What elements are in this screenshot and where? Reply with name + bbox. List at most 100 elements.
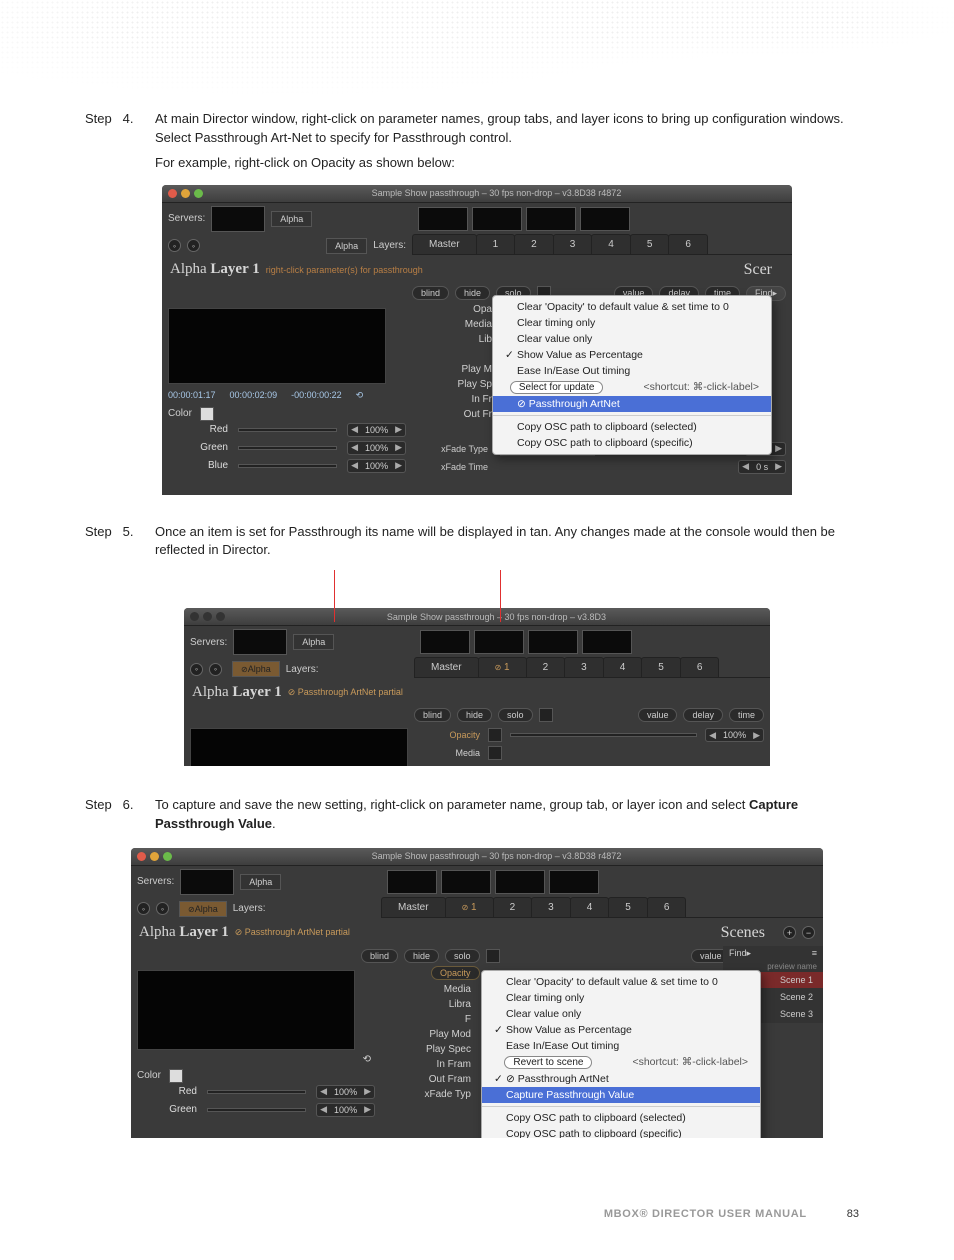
nav-next-icon[interactable]: ◦ [156,902,169,915]
layer-group-alpha-tan[interactable]: ⊘Alpha [179,901,227,917]
green-value[interactable]: ◀100%▶ [347,441,406,455]
tab-layer-4[interactable]: 4 [591,234,631,254]
param-opacity[interactable]: Opa [422,304,492,315]
minimize-icon[interactable] [203,612,212,621]
menu-clear-timing[interactable]: Clear timing only [493,315,771,331]
blind-button[interactable]: blind [361,949,398,963]
layer-thumb[interactable] [441,870,491,894]
nav-next-icon[interactable]: ◦ [209,663,222,676]
hide-button[interactable]: hide [455,286,490,300]
color-swatch[interactable] [200,407,214,421]
layer-thumb[interactable] [528,630,578,654]
param-opacity-tan[interactable]: Opacity [431,966,480,980]
blind-button[interactable]: blind [412,286,449,300]
red-value[interactable]: ◀100%▶ [316,1085,375,1099]
tab-master[interactable]: Master [381,897,446,917]
menu-passthrough-artnet[interactable]: ⊘ Passthrough ArtNet [493,396,771,412]
menu-clear-default[interactable]: Clear 'Opacity' to default value & set t… [482,974,760,990]
nav-next-icon[interactable]: ◦ [187,239,200,252]
opacity-value[interactable]: ◀100%▶ [705,728,764,742]
green-value[interactable]: ◀100%▶ [316,1103,375,1117]
loop-icon[interactable]: ⟲ [363,1054,371,1065]
solo-indicator[interactable] [486,949,500,963]
close-icon[interactable] [137,852,146,861]
loop-icon[interactable]: ⟲ [356,390,364,401]
param-xfade-type[interactable]: xFade Typ [391,1089,471,1100]
server-tab-alpha[interactable]: Alpha [271,211,312,227]
menu-select-update[interactable]: Select for update<shortcut: ⌘-click-labe… [493,379,771,396]
tab-layer-2[interactable]: 2 [514,234,554,254]
menu-ease[interactable]: Ease In/Ease Out timing [493,363,771,379]
param-play-speed[interactable]: Play Spec [391,1044,471,1055]
red-slider[interactable] [238,428,337,432]
xfade-time-label[interactable]: xFade Time [418,462,488,472]
layer-thumb[interactable] [580,207,630,231]
menu-passthrough-artnet[interactable]: ✓⊘ Passthrough ArtNet [482,1071,760,1087]
tab-layer-1-tan[interactable]: ⊘ 1 [478,657,527,677]
blue-slider[interactable] [238,464,337,468]
tab-layer-6[interactable]: 6 [668,234,708,254]
param-f[interactable]: F [391,1014,471,1025]
layer-thumb[interactable] [474,630,524,654]
param-media[interactable]: Media [420,748,480,758]
blind-button[interactable]: blind [414,708,451,722]
tab-layer-4[interactable]: 4 [603,657,643,677]
param-play-speed[interactable]: Play Sp [422,379,492,390]
tab-layer-1[interactable]: 1 [476,234,516,254]
layer-thumb[interactable] [472,207,522,231]
xfade-time-num[interactable]: ◀0 s▶ [738,460,786,474]
tab-layer-5[interactable]: 5 [630,234,670,254]
param-library[interactable]: Libra [391,999,471,1010]
delay-button[interactable]: delay [683,708,723,722]
server-tab-alpha[interactable]: Alpha [293,634,334,650]
color-swatch[interactable] [169,1069,183,1083]
red-slider[interactable] [207,1090,306,1094]
nav-prev-icon[interactable]: ◦ [168,239,181,252]
layer-thumb[interactable] [582,630,632,654]
menu-copy-osc-specific[interactable]: Copy OSC path to clipboard (specific) [482,1126,760,1138]
blue-value[interactable]: ◀100%▶ [347,459,406,473]
tab-layer-4[interactable]: 4 [570,897,610,917]
menu-clear-value[interactable]: Clear value only [493,331,771,347]
layer-group-alpha-tan[interactable]: ⊘Alpha [232,661,280,677]
tab-layer-6[interactable]: 6 [647,897,687,917]
menu-clear-value[interactable]: Clear value only [482,1006,760,1022]
tab-layer-5[interactable]: 5 [641,657,681,677]
tab-layer-2[interactable]: 2 [493,897,533,917]
minimize-icon[interactable] [150,852,159,861]
media-indicator[interactable] [488,746,502,760]
menu-copy-osc-selected[interactable]: Copy OSC path to clipboard (selected) [493,419,771,435]
layer-thumb[interactable] [549,870,599,894]
tab-master[interactable]: Master [412,234,477,254]
param-in-frame[interactable]: In Fr [422,394,492,405]
solo-button[interactable]: solo [445,949,480,963]
server-tab-alpha[interactable]: Alpha [240,874,281,890]
param-out-frame[interactable]: Out Fr [422,409,492,420]
hide-button[interactable]: hide [457,708,492,722]
tab-layer-1-tan[interactable]: ⊘ 1 [445,897,494,917]
solo-button[interactable]: solo [498,708,533,722]
zoom-icon[interactable] [163,852,172,861]
opacity-slider[interactable] [510,733,697,737]
nav-prev-icon[interactable]: ◦ [137,902,150,915]
zoom-icon[interactable] [194,189,203,198]
menu-clear-default[interactable]: Clear 'Opacity' to default value & set t… [493,299,771,315]
param-opacity-tan[interactable]: Opacity [420,730,480,740]
layer-thumb[interactable] [418,207,468,231]
close-icon[interactable] [168,189,177,198]
close-icon[interactable] [190,612,199,621]
layer-thumb[interactable] [387,870,437,894]
hide-button[interactable]: hide [404,949,439,963]
param-media[interactable]: Media [422,319,492,330]
tab-layer-3[interactable]: 3 [553,234,593,254]
param-media[interactable]: Media [391,984,471,995]
server-thumb[interactable] [233,629,287,655]
tab-layer-6[interactable]: 6 [680,657,720,677]
tab-master[interactable]: Master [414,657,479,677]
xfade-type-label[interactable]: xFade Type [418,444,488,454]
solo-indicator[interactable] [539,708,553,722]
menu-ease[interactable]: Ease In/Ease Out timing [482,1038,760,1054]
time-button[interactable]: time [729,708,764,722]
server-thumb[interactable] [180,869,234,895]
param-in-frame[interactable]: In Fram [391,1059,471,1070]
